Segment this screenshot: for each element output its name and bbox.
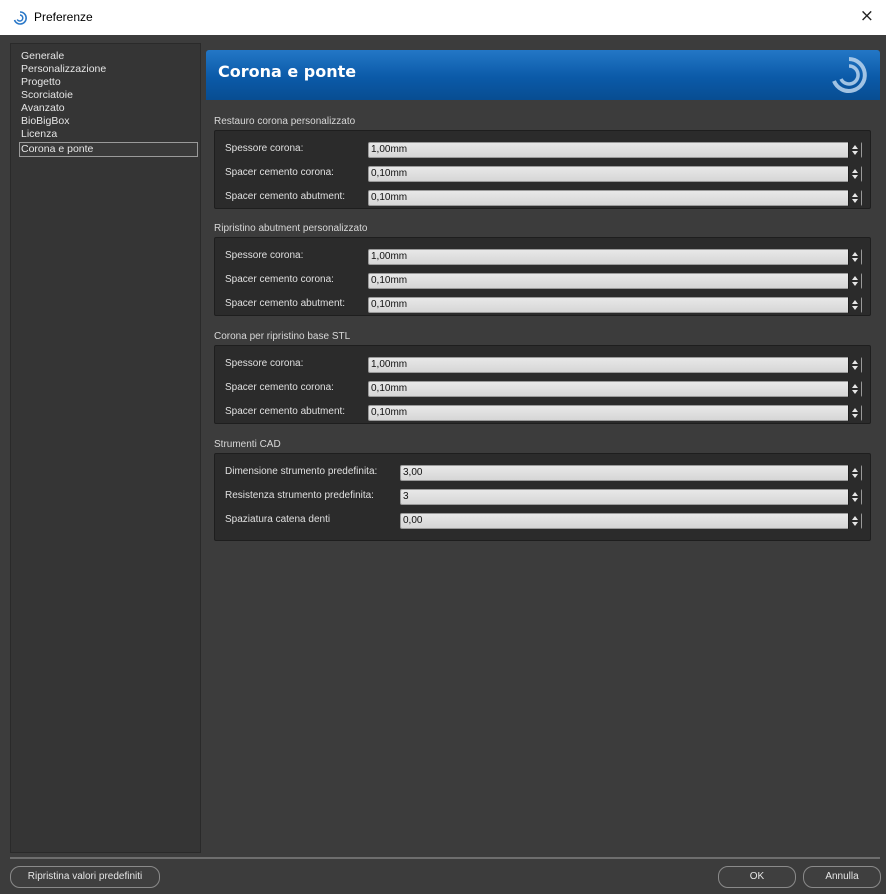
divider xyxy=(10,857,880,859)
group-title-corona-stl: Corona per ripristino base STL xyxy=(214,331,351,342)
dimensione-strumento-spinbox[interactable]: 3,00 xyxy=(400,465,862,481)
spin-arrows-icon[interactable] xyxy=(848,465,861,481)
sidebar-item-scorciatoie[interactable]: Scorciatoie xyxy=(11,89,200,102)
sidebar-item-corona-e-ponte[interactable]: Corona e ponte xyxy=(19,142,198,157)
spin-arrows-icon[interactable] xyxy=(848,190,861,206)
spin-arrows-icon[interactable] xyxy=(848,166,861,182)
sidebar: Generale Personalizzazione Progetto Scor… xyxy=(10,43,201,853)
page-title: Corona e ponte xyxy=(218,62,357,81)
sidebar-item-licenza[interactable]: Licenza xyxy=(11,128,200,141)
restore-defaults-button[interactable]: Ripristina valori predefiniti xyxy=(10,866,160,888)
spinbox-value[interactable]: 0,00 xyxy=(403,515,422,526)
spacer-cemento-corona-spinbox[interactable]: 0,10mm xyxy=(368,166,862,182)
resistenza-strumento-spinbox[interactable]: 3 xyxy=(400,489,862,505)
spacer-cemento-corona-spinbox[interactable]: 0,10mm xyxy=(368,273,862,289)
group-title-restauro-corona: Restauro corona personalizzato xyxy=(214,116,356,127)
ok-button[interactable]: OK xyxy=(718,866,796,888)
field-label: Spacer cemento corona: xyxy=(225,274,334,285)
window-title: Preferenze xyxy=(34,10,93,24)
spessore-corona-spinbox[interactable]: 1,00mm xyxy=(368,142,862,158)
spinbox-value[interactable]: 0,10mm xyxy=(371,275,407,286)
spin-arrows-icon[interactable] xyxy=(848,249,861,265)
spinbox-value[interactable]: 3 xyxy=(403,491,409,502)
group-ripristino-abutment: Spessore corona: 1,00mm Spacer cemento c… xyxy=(214,237,871,316)
spacer-cemento-abutment-spinbox[interactable]: 0,10mm xyxy=(368,405,862,421)
spacer-cemento-abutment-spinbox[interactable]: 0,10mm xyxy=(368,297,862,313)
title-bar: Preferenze × xyxy=(0,0,886,35)
field-label: Spessore corona: xyxy=(225,358,304,369)
spacer-cemento-abutment-spinbox[interactable]: 0,10mm xyxy=(368,190,862,206)
swirl-logo-icon xyxy=(832,57,867,93)
spinbox-value[interactable]: 0,10mm xyxy=(371,383,407,394)
field-label: Spacer cemento abutment: xyxy=(225,406,346,417)
close-icon[interactable]: × xyxy=(860,6,874,26)
page-header: Corona e ponte xyxy=(206,50,880,100)
field-label: Spaziatura catena denti xyxy=(225,514,331,525)
spinbox-value[interactable]: 0,10mm xyxy=(371,299,407,310)
field-label: Dimensione strumento predefinita: xyxy=(225,466,378,477)
field-label: Spacer cemento abutment: xyxy=(225,191,346,202)
cancel-button[interactable]: Annulla xyxy=(803,866,881,888)
group-restauro-corona: Spessore corona: 1,00mm Spacer cemento c… xyxy=(214,130,871,209)
spinbox-value[interactable]: 0,10mm xyxy=(371,168,407,179)
spinbox-value[interactable]: 1,00mm xyxy=(371,359,407,370)
field-label: Spacer cemento abutment: xyxy=(225,298,346,309)
spessore-corona-spinbox[interactable]: 1,00mm xyxy=(368,249,862,265)
field-label: Resistenza strumento predefinita: xyxy=(225,490,374,501)
group-title-ripristino-abutment: Ripristino abutment personalizzato xyxy=(214,223,368,234)
field-label: Spacer cemento corona: xyxy=(225,167,334,178)
sidebar-item-generale[interactable]: Generale xyxy=(11,50,200,63)
spinbox-value[interactable]: 0,10mm xyxy=(371,192,407,203)
spinbox-value[interactable]: 0,10mm xyxy=(371,407,407,418)
spinbox-value[interactable]: 1,00mm xyxy=(371,144,407,155)
spaziatura-catena-spinbox[interactable]: 0,00 xyxy=(400,513,862,529)
spin-arrows-icon[interactable] xyxy=(848,405,861,421)
spessore-corona-spinbox[interactable]: 1,00mm xyxy=(368,357,862,373)
group-corona-stl: Spessore corona: 1,00mm Spacer cemento c… xyxy=(214,345,871,424)
swirl-logo-icon xyxy=(13,11,27,25)
spin-arrows-icon[interactable] xyxy=(848,297,861,313)
spin-arrows-icon[interactable] xyxy=(848,489,861,505)
group-title-strumenti-cad: Strumenti CAD xyxy=(214,439,281,450)
sidebar-item-avanzato[interactable]: Avanzato xyxy=(11,102,200,115)
sidebar-item-biobigbox[interactable]: BioBigBox xyxy=(11,115,200,128)
spinbox-value[interactable]: 1,00mm xyxy=(371,251,407,262)
sidebar-item-personalizzazione[interactable]: Personalizzazione xyxy=(11,63,200,76)
field-label: Spessore corona: xyxy=(225,250,304,261)
spin-arrows-icon[interactable] xyxy=(848,142,861,158)
spinbox-value[interactable]: 3,00 xyxy=(403,467,422,478)
spin-arrows-icon[interactable] xyxy=(848,513,861,529)
spin-arrows-icon[interactable] xyxy=(848,273,861,289)
field-label: Spacer cemento corona: xyxy=(225,382,334,393)
sidebar-item-progetto[interactable]: Progetto xyxy=(11,76,200,89)
spin-arrows-icon[interactable] xyxy=(848,357,861,373)
field-label: Spessore corona: xyxy=(225,143,304,154)
spin-arrows-icon[interactable] xyxy=(848,381,861,397)
spacer-cemento-corona-spinbox[interactable]: 0,10mm xyxy=(368,381,862,397)
group-strumenti-cad: Dimensione strumento predefinita: 3,00 R… xyxy=(214,453,871,541)
